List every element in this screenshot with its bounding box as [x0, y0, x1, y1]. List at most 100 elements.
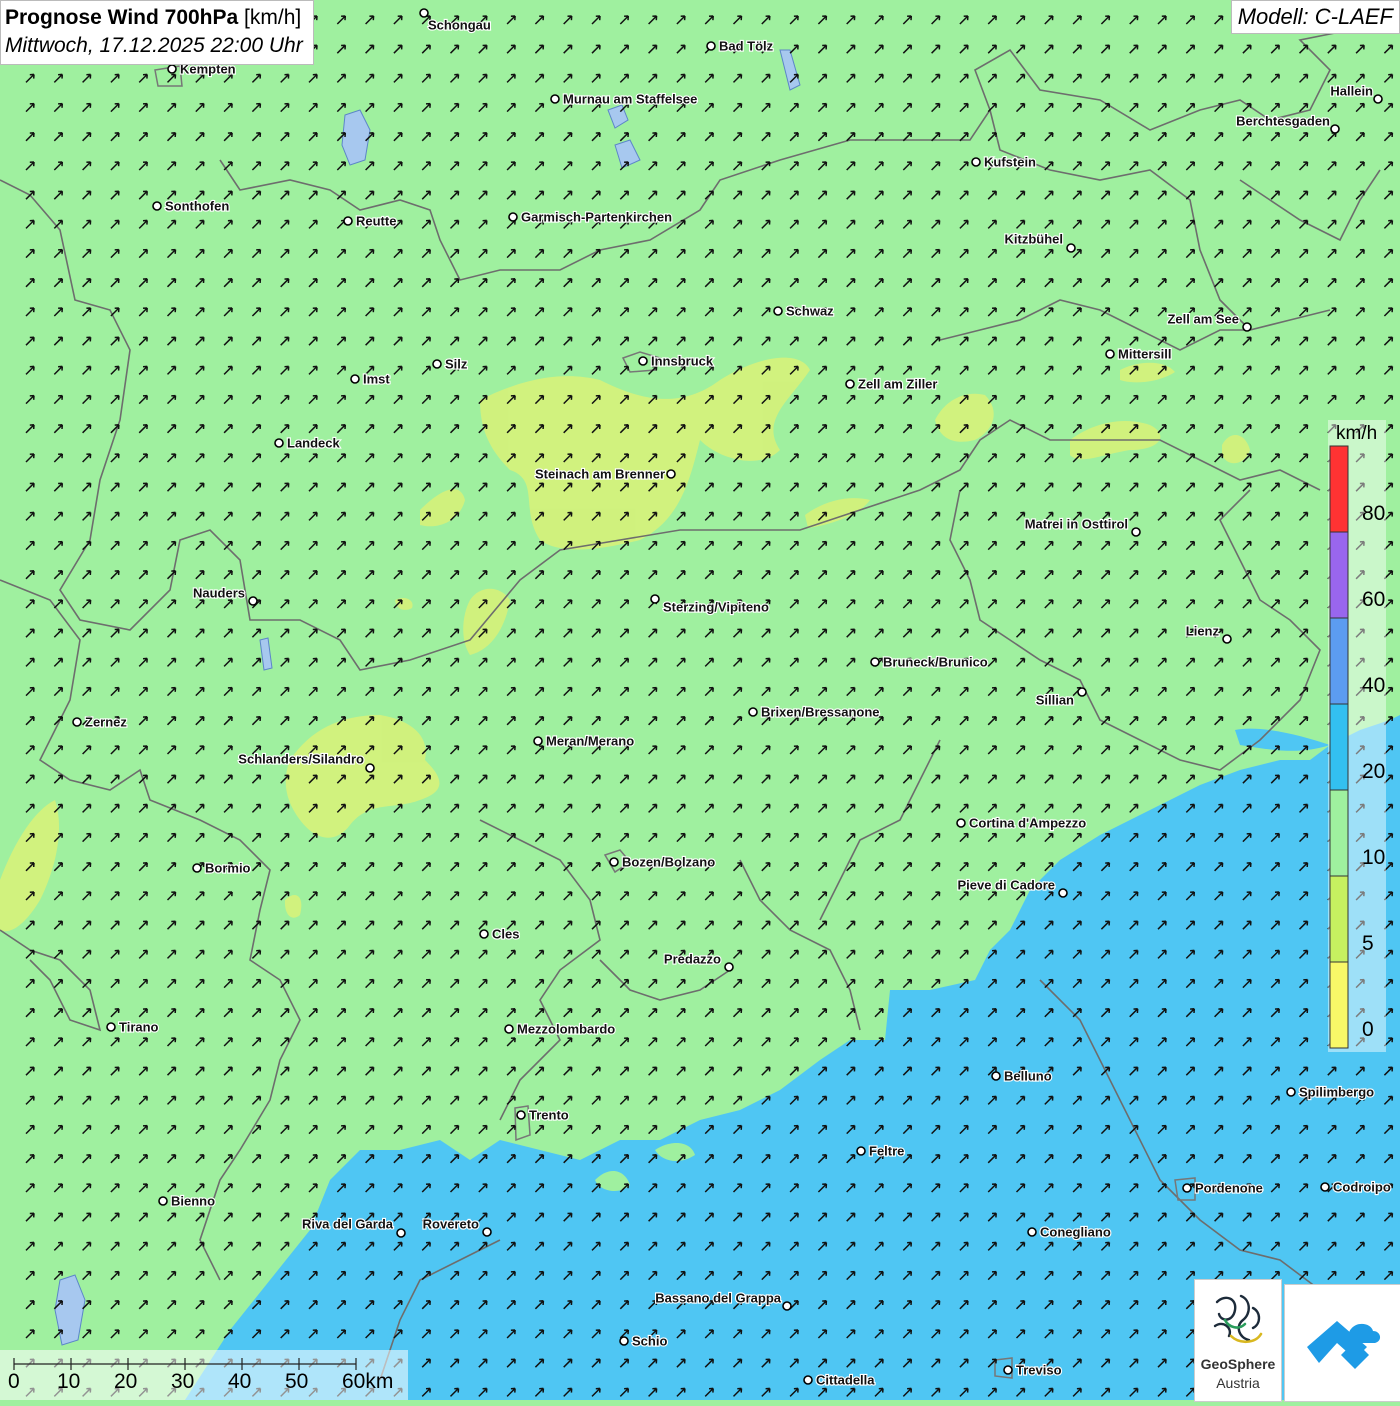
place-label: Hallein — [1330, 84, 1373, 99]
color-legend: km/h 80 60 40 20 10 5 0 — [1328, 420, 1386, 1052]
place-dot — [106, 1022, 116, 1032]
legend-tick-label: 40 — [1362, 674, 1386, 697]
place-marker[interactable]: Innsbruck — [638, 352, 715, 370]
place-dot — [1003, 1365, 1013, 1375]
scale-label: 10 — [57, 1370, 81, 1393]
place-dot — [343, 216, 353, 226]
scale-label: 60km — [342, 1370, 394, 1393]
place-marker[interactable]: Cortina d'Ampezzo — [956, 814, 1087, 832]
place-dot — [870, 657, 880, 667]
scale-label: 0 — [8, 1370, 20, 1393]
place-label: Berchtesgaden — [1236, 114, 1330, 129]
legend-tick-label: 60 — [1362, 588, 1386, 611]
place-dot — [516, 1110, 526, 1120]
place-marker[interactable]: Spilimbergo — [1286, 1083, 1375, 1101]
place-marker[interactable]: Bruneck/Brunico — [870, 653, 989, 671]
place-label: Landeck — [287, 436, 341, 451]
place-dot — [666, 469, 676, 479]
place-label: Schlanders/Silandro — [238, 752, 364, 767]
scale-bar: 0 10 20 30 40 50 60km — [0, 1350, 408, 1400]
place-dot — [479, 929, 489, 939]
place-dot — [350, 374, 360, 384]
place-label: Cittadella — [816, 1373, 875, 1388]
place-dot — [638, 356, 648, 366]
place-marker[interactable]: Brixen/Bressanone — [748, 703, 881, 721]
place-label: Pieve di Cadore — [957, 878, 1055, 893]
place-dot — [803, 1375, 813, 1385]
place-label: Treviso — [1016, 1363, 1062, 1378]
place-dot — [845, 379, 855, 389]
place-label: Zernez — [85, 715, 127, 730]
legend-tick-label: 80 — [1362, 502, 1386, 525]
place-label: Schio — [632, 1334, 667, 1349]
place-dot — [971, 157, 981, 167]
place-label: Schwaz — [786, 304, 834, 319]
place-label: Silz — [445, 357, 468, 372]
place-label: Brixen/Bressanone — [761, 705, 880, 720]
place-label: Trento — [529, 1108, 569, 1123]
place-label: Sterzing/Vipiteno — [663, 600, 769, 615]
legend-color-step — [1329, 875, 1349, 963]
place-marker[interactable]: Sonthofen — [152, 197, 230, 215]
place-label: Bruneck/Brunico — [883, 655, 988, 670]
place-dot — [991, 1071, 1001, 1081]
legend-color-step — [1329, 703, 1349, 791]
place-label: Murnau am Staffelsee — [563, 92, 697, 107]
scale-label: 20 — [114, 1370, 138, 1393]
place-label: Garmisch-Partenkirchen — [521, 210, 672, 225]
place-marker[interactable]: Murnau am Staffelsee — [550, 90, 698, 108]
place-label: Bassano del Grappa — [655, 1291, 781, 1306]
place-label: Bozen/Bolzano — [622, 855, 715, 870]
place-dot — [419, 8, 429, 18]
place-label: Imst — [363, 372, 390, 387]
place-dot — [1320, 1182, 1330, 1192]
place-label: Cles — [492, 927, 519, 942]
place-marker[interactable]: Bozen/Bolzano — [609, 853, 716, 871]
place-label: Steinach am Brenner — [535, 467, 665, 482]
scale-label: 30 — [171, 1370, 195, 1393]
place-dot — [1242, 322, 1252, 332]
place-marker[interactable]: Pordenone — [1182, 1179, 1264, 1197]
place-label: Riva del Garda — [302, 1217, 394, 1232]
place-label: Zell am Ziller — [858, 377, 937, 392]
place-label: Cortina d'Ampezzo — [969, 816, 1086, 831]
place-marker[interactable]: Mezzolombardo — [504, 1020, 616, 1038]
place-label: Kitzbühel — [1005, 232, 1064, 247]
place-label: Feltre — [869, 1144, 904, 1159]
legend-tick-label: 10 — [1362, 846, 1386, 869]
place-marker[interactable]: Zell am Ziller — [845, 375, 939, 393]
legend-tick-label: 20 — [1362, 760, 1386, 783]
place-dot — [152, 201, 162, 211]
place-dot — [1105, 349, 1115, 359]
place-label: Innsbruck — [651, 354, 714, 369]
place-label: Matrei in Osttirol — [1025, 517, 1128, 532]
legend-color-step — [1329, 789, 1349, 877]
wind-forecast-map[interactable]: SchongauBad TölzKemptenMurnau am Staffel… — [0, 0, 1400, 1400]
place-label: Kufstein — [984, 155, 1036, 170]
place-label: Nauders — [193, 586, 245, 601]
place-dot — [396, 1228, 406, 1238]
place-label: Pordenone — [1195, 1181, 1263, 1196]
place-label: Sonthofen — [165, 199, 229, 214]
place-label: Lienz — [1186, 624, 1220, 639]
place-label: Bormio — [205, 861, 251, 876]
place-dot — [724, 962, 734, 972]
place-dot — [1058, 888, 1068, 898]
place-marker[interactable]: Meran/Merano — [533, 732, 635, 750]
place-dot — [72, 717, 82, 727]
place-dot — [158, 1196, 168, 1206]
place-dot — [248, 596, 258, 606]
geosphere-logo[interactable]: GeoSphere Austria — [1194, 1279, 1282, 1402]
forecast-datetime: Mittwoch, 17.12.2025 22:00 Uhr — [5, 34, 303, 57]
place-marker[interactable]: Conegliano — [1027, 1223, 1112, 1241]
legend-color-step — [1329, 531, 1349, 619]
place-label: Codroipo — [1333, 1180, 1391, 1195]
place-dot — [432, 359, 442, 369]
place-dot — [192, 863, 202, 873]
geosphere-country: Austria — [1216, 1375, 1260, 1391]
place-dot — [1027, 1227, 1037, 1237]
place-marker[interactable]: Steinach am Brenner — [534, 465, 676, 483]
place-marker[interactable]: Garmisch-Partenkirchen — [508, 208, 673, 226]
app-logo[interactable] — [1284, 1284, 1400, 1402]
place-label: Schongau — [428, 18, 491, 33]
